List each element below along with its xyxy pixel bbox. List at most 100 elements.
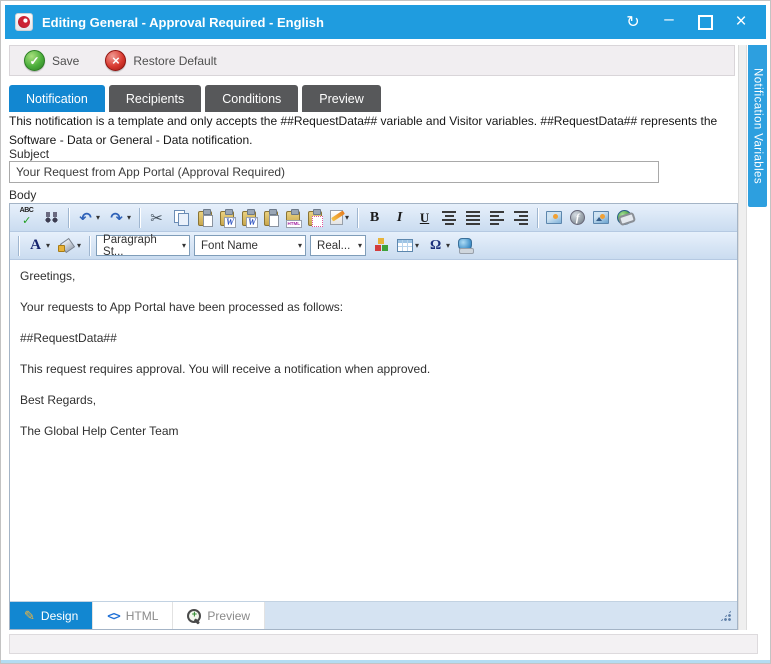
body-paragraph: Best Regards, bbox=[20, 392, 727, 409]
toolbar-separator bbox=[18, 236, 19, 256]
insert-snippet-icon bbox=[458, 238, 472, 251]
undo-icon: ↶ bbox=[77, 209, 94, 226]
italic-button[interactable]: I bbox=[388, 206, 411, 230]
font-color-icon: A bbox=[27, 237, 44, 254]
body-paragraph: Your requests to App Portal have been pr… bbox=[20, 299, 727, 316]
mode-tab-preview[interactable]: Preview bbox=[173, 602, 265, 629]
mode-tab-design[interactable]: ✎ Design bbox=[10, 602, 93, 629]
insert-table-icon bbox=[397, 239, 413, 252]
chevron-down-icon[interactable]: ▾ bbox=[415, 241, 419, 250]
side-panel-rail bbox=[738, 45, 747, 630]
title-bar[interactable]: Editing General - Approval Required - En… bbox=[5, 5, 766, 39]
mode-tab-label: HTML bbox=[126, 609, 159, 623]
media-manager-icon bbox=[593, 211, 609, 224]
paste-from-word-icon: W bbox=[220, 211, 234, 226]
hyperlink-manager-button[interactable] bbox=[614, 206, 635, 230]
subject-input[interactable] bbox=[9, 161, 659, 183]
justify-button[interactable] bbox=[462, 206, 484, 230]
copy-button[interactable] bbox=[170, 206, 193, 230]
paste-plain-text-icon bbox=[264, 211, 278, 226]
insert-symbol-icon: Ω bbox=[427, 237, 444, 254]
body-paragraph: The Global Help Center Team bbox=[20, 423, 727, 440]
chevron-down-icon[interactable]: ▾ bbox=[345, 213, 349, 222]
save-check-icon: ✓ bbox=[24, 50, 45, 71]
paste-plain-text-button[interactable] bbox=[261, 206, 281, 230]
align-center-button[interactable] bbox=[438, 206, 460, 230]
chevron-down-icon[interactable]: ▾ bbox=[46, 241, 50, 250]
paste-from-word-strip-font-icon-badge: W bbox=[246, 217, 258, 228]
window-title: Editing General - Approval Required - En… bbox=[42, 15, 620, 30]
template-note: This notification is a template and only… bbox=[9, 112, 739, 150]
align-left-button[interactable] bbox=[486, 206, 508, 230]
minimize-button[interactable]: – bbox=[656, 10, 682, 34]
editor-body[interactable]: Greetings,Your requests to App Portal ha… bbox=[10, 260, 737, 601]
pencil-icon: ✎ bbox=[24, 608, 35, 624]
copy-icon bbox=[173, 209, 190, 226]
underline-icon: U bbox=[416, 209, 433, 226]
image-manager-button[interactable] bbox=[543, 206, 565, 230]
magnifier-icon bbox=[187, 609, 201, 623]
paste-from-word-strip-font-button[interactable]: W bbox=[239, 206, 259, 230]
find-and-replace-button[interactable] bbox=[40, 206, 63, 230]
flash-manager-button[interactable]: f bbox=[567, 206, 588, 230]
dialog-window: Editing General - Approval Required - En… bbox=[0, 0, 771, 664]
tab-conditions[interactable]: Conditions bbox=[205, 85, 298, 112]
css-class-icon bbox=[372, 237, 389, 254]
tab-recipients[interactable]: Recipients bbox=[109, 85, 201, 112]
highlight-color-button[interactable]: ▾ bbox=[55, 234, 84, 258]
chevron-down-icon[interactable]: ▾ bbox=[77, 241, 81, 250]
chevron-down-icon[interactable]: ▾ bbox=[446, 241, 450, 250]
chevron-down-icon[interactable]: ▾ bbox=[127, 213, 131, 222]
window-controls: ↻– × bbox=[620, 10, 754, 34]
paste-as-html-button[interactable]: HTML bbox=[283, 206, 303, 230]
insert-symbol-button[interactable]: Ω▾ bbox=[424, 234, 453, 258]
action-toolbar: ✓ Save × Restore Default bbox=[9, 45, 735, 76]
css-class-button[interactable] bbox=[369, 234, 392, 258]
tab-notification[interactable]: Notification bbox=[9, 85, 105, 112]
chevron-down-icon[interactable]: ▾ bbox=[96, 213, 100, 222]
cut-icon: ✂ bbox=[148, 209, 165, 226]
paste-markup-button[interactable] bbox=[305, 206, 325, 230]
close-button[interactable]: × bbox=[728, 10, 754, 34]
insert-table-button[interactable]: ▾ bbox=[394, 234, 422, 258]
align-right-icon bbox=[513, 209, 529, 226]
mode-tab-label: Preview bbox=[207, 609, 250, 623]
paste-from-word-button[interactable]: W bbox=[217, 206, 237, 230]
body-paragraph: This request requires approval. You will… bbox=[20, 361, 727, 378]
refresh-button[interactable]: ↻ bbox=[620, 10, 646, 34]
tab-preview[interactable]: Preview bbox=[302, 85, 380, 112]
align-right-button[interactable] bbox=[510, 206, 532, 230]
undo-button[interactable]: ↶▾ bbox=[74, 206, 103, 230]
media-manager-button[interactable] bbox=[590, 206, 612, 230]
paste-as-html-icon-badge: HTML bbox=[286, 220, 303, 228]
save-button[interactable]: ✓ Save bbox=[24, 50, 79, 71]
underline-button[interactable]: U bbox=[413, 206, 436, 230]
mode-tab-label: Design bbox=[41, 609, 78, 623]
font-color-button[interactable]: A▾ bbox=[24, 234, 53, 258]
mode-tab-html[interactable]: <>HTML bbox=[93, 602, 173, 629]
app-portal-logo-icon bbox=[15, 13, 33, 31]
format-stripper-button[interactable]: ▾ bbox=[327, 206, 352, 230]
spellcheck-button[interactable]: ABC bbox=[15, 206, 38, 230]
font-name-select-value: Font Name bbox=[201, 240, 258, 252]
paste-button[interactable] bbox=[195, 206, 215, 230]
bold-button[interactable]: B bbox=[363, 206, 386, 230]
cut-button[interactable]: ✂ bbox=[145, 206, 168, 230]
restore-default-label: Restore Default bbox=[133, 54, 216, 68]
paragraph-style-select[interactable]: Paragraph St...▾ bbox=[96, 235, 190, 256]
notification-variables-tab[interactable]: Notification Variables bbox=[748, 45, 767, 207]
save-label: Save bbox=[52, 54, 79, 68]
restore-default-button[interactable]: × Restore Default bbox=[105, 50, 216, 71]
format-stripper-icon bbox=[330, 210, 343, 225]
redo-button[interactable]: ↷▾ bbox=[105, 206, 134, 230]
insert-snippet-button[interactable] bbox=[455, 234, 475, 258]
image-manager-icon bbox=[546, 211, 562, 224]
font-size-select[interactable]: Real...▾ bbox=[310, 235, 366, 256]
maximize-button[interactable] bbox=[692, 10, 718, 34]
body-paragraph: ##RequestData## bbox=[20, 330, 727, 347]
align-center-icon bbox=[441, 209, 457, 226]
paste-markup-icon bbox=[308, 211, 322, 226]
resize-grip-icon[interactable] bbox=[720, 610, 732, 622]
status-bar bbox=[9, 634, 758, 654]
font-name-select[interactable]: Font Name▾ bbox=[194, 235, 306, 256]
